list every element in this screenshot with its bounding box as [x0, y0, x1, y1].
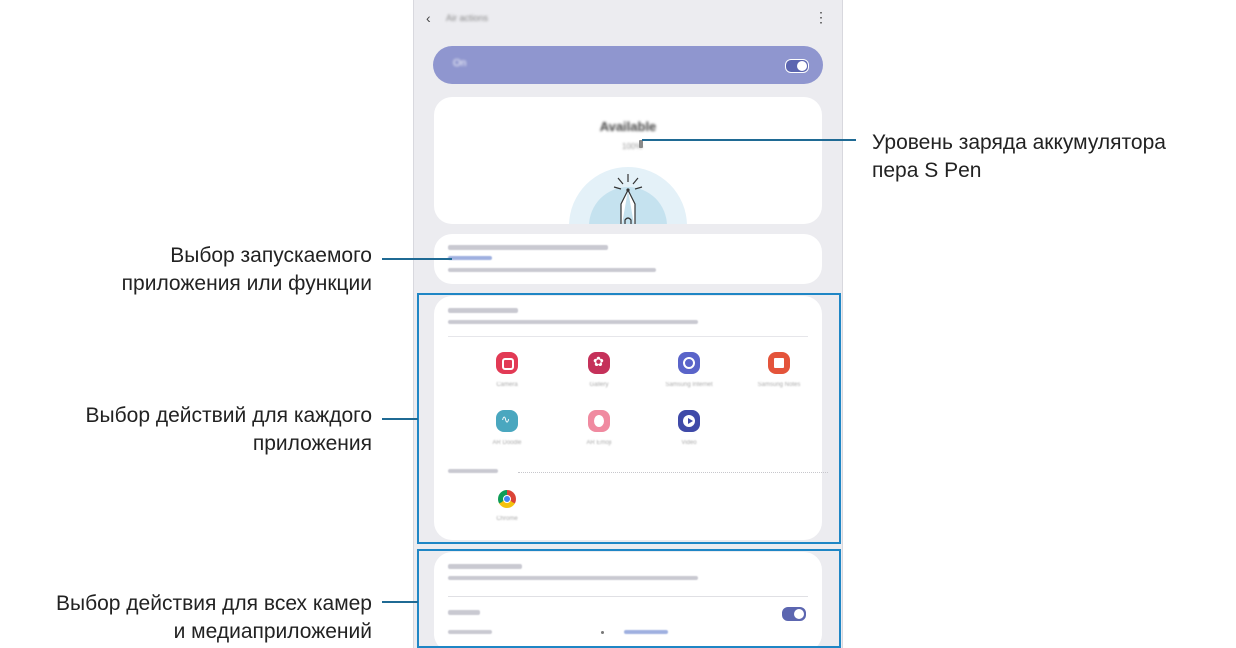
launch-title-blurred [448, 245, 608, 250]
master-toggle-bar[interactable]: On [433, 46, 823, 84]
battery-icon [639, 140, 643, 148]
launch-app-annotation: Выбор запускаемого приложения или функци… [121, 244, 372, 295]
app-actions-annotation: Выбор действий для каждого приложения [85, 404, 372, 455]
screen-title-blurred: Air actions [446, 13, 489, 23]
launch-desc-blurred [448, 268, 656, 272]
app-actions-callout-line [382, 418, 418, 420]
back-icon[interactable]: ‹ [426, 10, 431, 26]
launch-selected-blurred [448, 256, 492, 260]
spen-status-card: Available 100% [434, 97, 822, 224]
general-actions-highlight [417, 549, 841, 648]
master-toggle-label: On [453, 58, 467, 69]
master-switch[interactable] [785, 59, 809, 73]
spen-status-text: Available [599, 119, 657, 134]
general-actions-annotation: Выбор действия для всех камер и медиапри… [55, 592, 372, 643]
launch-app-card[interactable] [434, 234, 822, 284]
app-bar: ‹ Air actions ⋮ [414, 0, 842, 40]
battery-callout-line [642, 139, 856, 141]
general-callout-line [382, 601, 418, 603]
more-options-icon[interactable]: ⋮ [814, 10, 828, 24]
launch-callout-line [382, 258, 452, 260]
spen-icon [613, 174, 643, 224]
battery-level-annotation: Уровень заряда аккумулятора пера S Pen [872, 131, 1166, 182]
app-actions-highlight [417, 293, 841, 544]
switch-knob [797, 61, 807, 71]
